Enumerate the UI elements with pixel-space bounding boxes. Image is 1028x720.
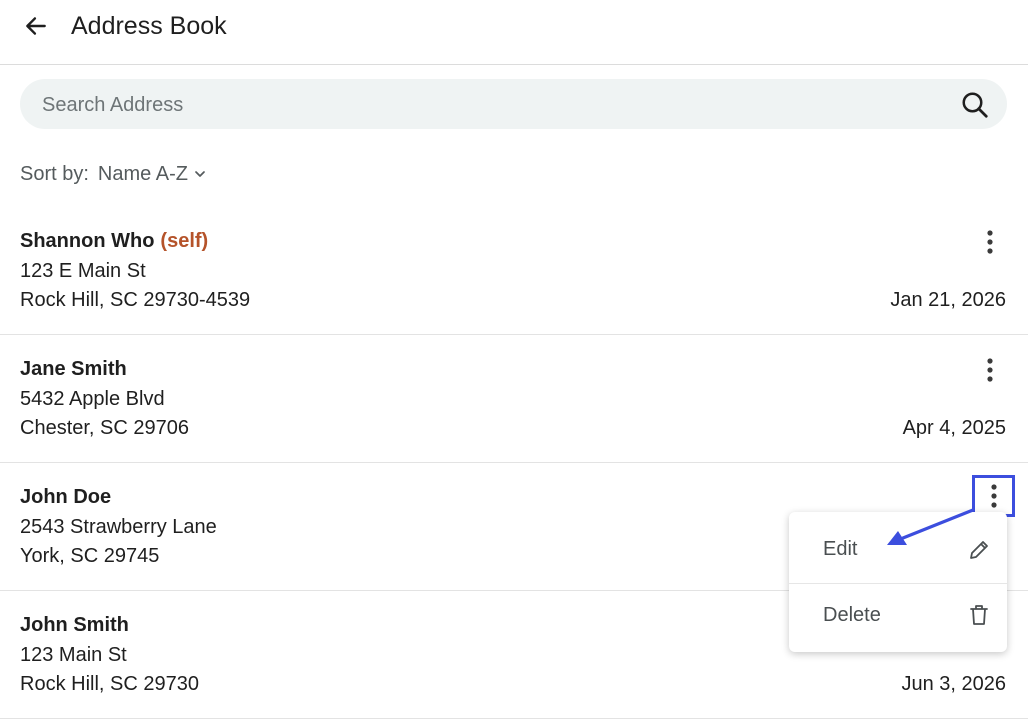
address-row: Shannon Who (self) 123 E Main St Rock Hil… <box>0 207 1028 335</box>
delete-menu-item[interactable]: Delete <box>789 581 1007 649</box>
address-line1: 123 E Main St <box>20 260 146 282</box>
trash-icon <box>970 605 988 625</box>
back-button[interactable] <box>20 10 52 42</box>
contact-name: Shannon Who <box>20 230 155 252</box>
sort-dropdown[interactable]: Sort by: Name A-Z <box>20 160 208 188</box>
self-tag: (self) <box>160 230 209 252</box>
address-line2: Rock Hill, SC 29730 <box>20 673 199 695</box>
sort-value: Name A-Z <box>97 162 188 185</box>
search-button[interactable] <box>959 89 991 121</box>
address-line1: 5432 Apple Blvd <box>20 388 165 410</box>
options-menu: Edit Delete <box>789 512 1007 652</box>
more-options-button[interactable] <box>974 353 1006 387</box>
chevron-down-icon <box>195 171 205 177</box>
address-line1: 123 Main St <box>20 644 127 666</box>
search-bar <box>20 79 1007 131</box>
pencil-icon <box>970 540 988 559</box>
address-date: Jan 21, 2026 <box>890 289 1006 311</box>
search-input[interactable] <box>40 79 944 131</box>
edit-menu-item[interactable]: Edit <box>789 516 1007 584</box>
address-line2: York, SC 29745 <box>20 545 160 567</box>
address-line2: Rock Hill, SC 29730-4539 <box>20 289 251 311</box>
more-options-button[interactable] <box>974 225 1006 259</box>
address-row: Jane Smith 5432 Apple Blvd Chester, SC 2… <box>0 335 1028 463</box>
more-vertical-icon <box>987 358 993 382</box>
page-title: Address Book <box>71 12 227 40</box>
more-vertical-icon <box>990 484 997 508</box>
contact-name: Jane Smith <box>20 358 127 380</box>
more-options-button[interactable] <box>972 475 1015 517</box>
contact-name: John Doe <box>20 486 112 508</box>
address-line2: Chester, SC 29706 <box>20 417 189 439</box>
contact-name: John Smith <box>20 614 129 636</box>
more-vertical-icon <box>987 230 993 254</box>
header: Address Book <box>0 0 1028 65</box>
address-line1: 2543 Strawberry Lane <box>20 516 217 538</box>
address-date: Apr 4, 2025 <box>902 417 1006 439</box>
edit-label: Edit <box>823 538 858 560</box>
sort-label: Sort by: <box>20 162 89 185</box>
search-icon <box>962 92 988 118</box>
arrow-left-icon <box>26 17 46 35</box>
delete-label: Delete <box>823 603 881 626</box>
address-date: Jun 3, 2026 <box>901 673 1006 695</box>
